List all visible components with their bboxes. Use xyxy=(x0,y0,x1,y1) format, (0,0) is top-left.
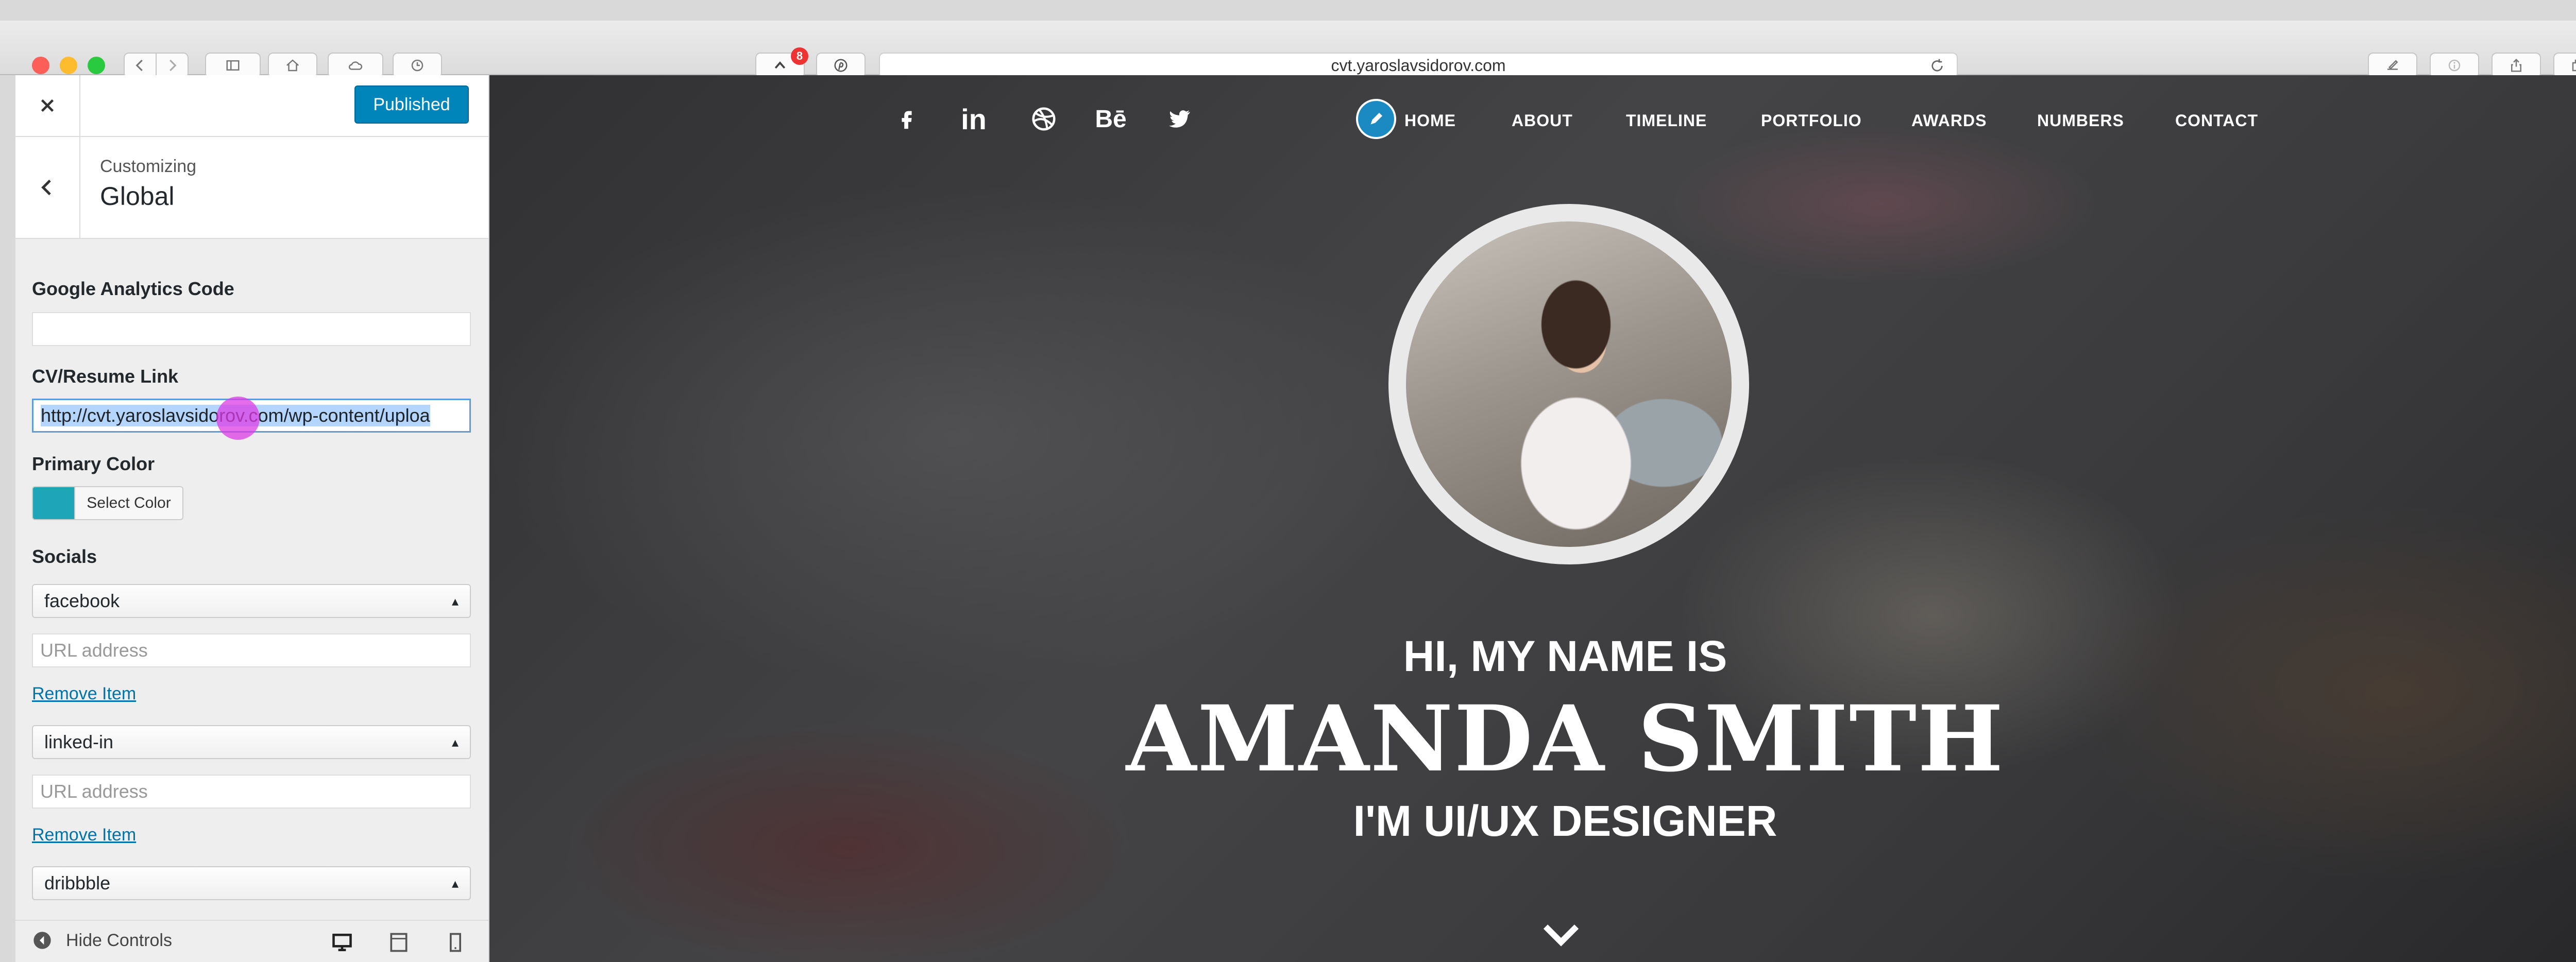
profile-photo xyxy=(1406,221,1732,547)
history-button[interactable] xyxy=(393,53,442,78)
pinterest-icon xyxy=(834,59,848,72)
color-swatch[interactable] xyxy=(32,486,75,520)
cloud-icon xyxy=(348,61,363,70)
select-color-button[interactable]: Select Color xyxy=(74,486,183,520)
nav-contact[interactable]: CONTACT xyxy=(2175,111,2258,130)
caret-up-icon xyxy=(774,61,786,69)
tablet-preview-icon[interactable] xyxy=(387,931,410,954)
notification-badge: 8 xyxy=(791,47,808,65)
sidebar-toggle-button[interactable] xyxy=(205,53,261,78)
hero-greeting: HI, MY NAME IS xyxy=(1403,632,1727,680)
dribbble-icon[interactable] xyxy=(1028,104,1059,134)
analytics-code-input[interactable] xyxy=(32,312,471,346)
desktop-preview-icon[interactable] xyxy=(331,931,353,954)
hero-name: AMANDA SMITH xyxy=(1126,685,2005,792)
house-icon xyxy=(286,59,299,72)
close-window-button[interactable] xyxy=(32,57,49,74)
site-preview: in Bē HOME ABOUT TIMELINE PORTFOLIO AWAR… xyxy=(489,75,2576,962)
social-select-2[interactable]: linked-in ▴ xyxy=(32,725,471,759)
pen-icon xyxy=(2387,60,2398,70)
nav-portfolio[interactable]: PORTFOLIO xyxy=(1761,111,1862,130)
icloud-button[interactable] xyxy=(328,53,383,78)
sidebar-icon xyxy=(226,60,240,71)
close-customizer-button[interactable] xyxy=(15,75,80,136)
primary-color-label: Primary Color xyxy=(32,453,155,474)
nav-awards[interactable]: AWARDS xyxy=(1911,111,1987,130)
close-icon xyxy=(41,99,54,112)
nav-about[interactable]: ABOUT xyxy=(1512,111,1573,130)
remove-item-link-2[interactable]: Remove Item xyxy=(32,825,136,845)
share-icon xyxy=(2511,58,2521,72)
reload-icon[interactable] xyxy=(1929,58,1945,74)
customizer-header: Published xyxy=(15,75,488,137)
behance-icon[interactable]: Bē xyxy=(1095,104,1126,134)
social-select-value: linked-in xyxy=(44,731,114,752)
social-select-1[interactable]: facebook ▴ xyxy=(32,584,471,618)
hero-role: I'M UI/UX DESIGNER xyxy=(1353,797,1777,845)
published-button[interactable]: Published xyxy=(354,85,469,124)
social-url-input-2[interactable]: URL address xyxy=(32,775,471,809)
section-title: Global xyxy=(100,182,175,211)
chevron-right-icon xyxy=(170,59,177,72)
clock-icon xyxy=(411,59,423,72)
tabs-icon xyxy=(2572,59,2576,72)
hide-controls-label: Hide Controls xyxy=(66,930,172,950)
back-to-panels-button[interactable] xyxy=(15,137,80,238)
pinterest-button[interactable] xyxy=(816,53,866,78)
breadcrumb: Customizing xyxy=(100,157,197,176)
facebook-icon[interactable] xyxy=(891,104,922,134)
tabs-overview-button[interactable] xyxy=(2553,53,2576,78)
nav-home[interactable]: HOME xyxy=(1404,111,1456,130)
mobile-preview-icon[interactable] xyxy=(444,931,467,954)
twitter-icon[interactable] xyxy=(1164,104,1195,134)
updown-arrows-icon: ▴ xyxy=(451,734,459,750)
nav-numbers[interactable]: NUMBERS xyxy=(2037,111,2124,130)
browser-toolbar: 8 cvt.yaroslavsidorov.com xyxy=(0,21,2576,78)
chevron-down-icon[interactable] xyxy=(1540,920,1582,951)
social-url-input-1[interactable]: URL address xyxy=(32,633,471,667)
pointer-highlight xyxy=(216,397,260,440)
arrow-left-circle-icon xyxy=(33,932,51,949)
nav-timeline[interactable]: TIMELINE xyxy=(1626,111,1707,130)
url-text: cvt.yaroslavsidorov.com xyxy=(1331,56,1506,75)
info-icon xyxy=(2448,59,2461,72)
analytics-label: Google Analytics Code xyxy=(32,278,234,299)
forward-button[interactable] xyxy=(156,53,189,78)
share-button[interactable] xyxy=(2492,53,2541,78)
social-select-value: facebook xyxy=(44,590,120,611)
socials-label: Socials xyxy=(32,546,97,567)
home-button[interactable] xyxy=(268,53,317,78)
cv-link-label: CV/Resume Link xyxy=(32,366,179,387)
updown-arrows-icon: ▴ xyxy=(451,593,459,609)
back-button[interactable] xyxy=(124,53,157,78)
linkedin-icon[interactable]: in xyxy=(958,103,989,135)
address-bar[interactable]: cvt.yaroslavsidorov.com xyxy=(879,53,1958,78)
section-heading: Customizing Global xyxy=(15,137,488,239)
updown-arrows-icon: ▴ xyxy=(451,875,459,891)
chevron-left-icon xyxy=(135,59,143,72)
customizer-footer: Hide Controls xyxy=(15,920,488,962)
chevron-left-icon xyxy=(41,179,51,196)
pencil-icon[interactable] xyxy=(1356,99,1396,139)
hide-controls-button[interactable]: Hide Controls xyxy=(32,930,172,951)
avatar xyxy=(1388,204,1749,564)
social-select-3[interactable]: dribbble ▴ xyxy=(32,866,471,900)
social-select-value: dribbble xyxy=(44,872,111,894)
info-button[interactable] xyxy=(2430,53,2479,78)
remove-item-link-1[interactable]: Remove Item xyxy=(32,684,136,704)
customizer-panel: Published Customizing Global Google Anal… xyxy=(15,75,489,962)
minimize-window-button[interactable] xyxy=(60,57,77,74)
annotate-button[interactable] xyxy=(2368,53,2417,78)
zoom-window-button[interactable] xyxy=(88,57,105,74)
